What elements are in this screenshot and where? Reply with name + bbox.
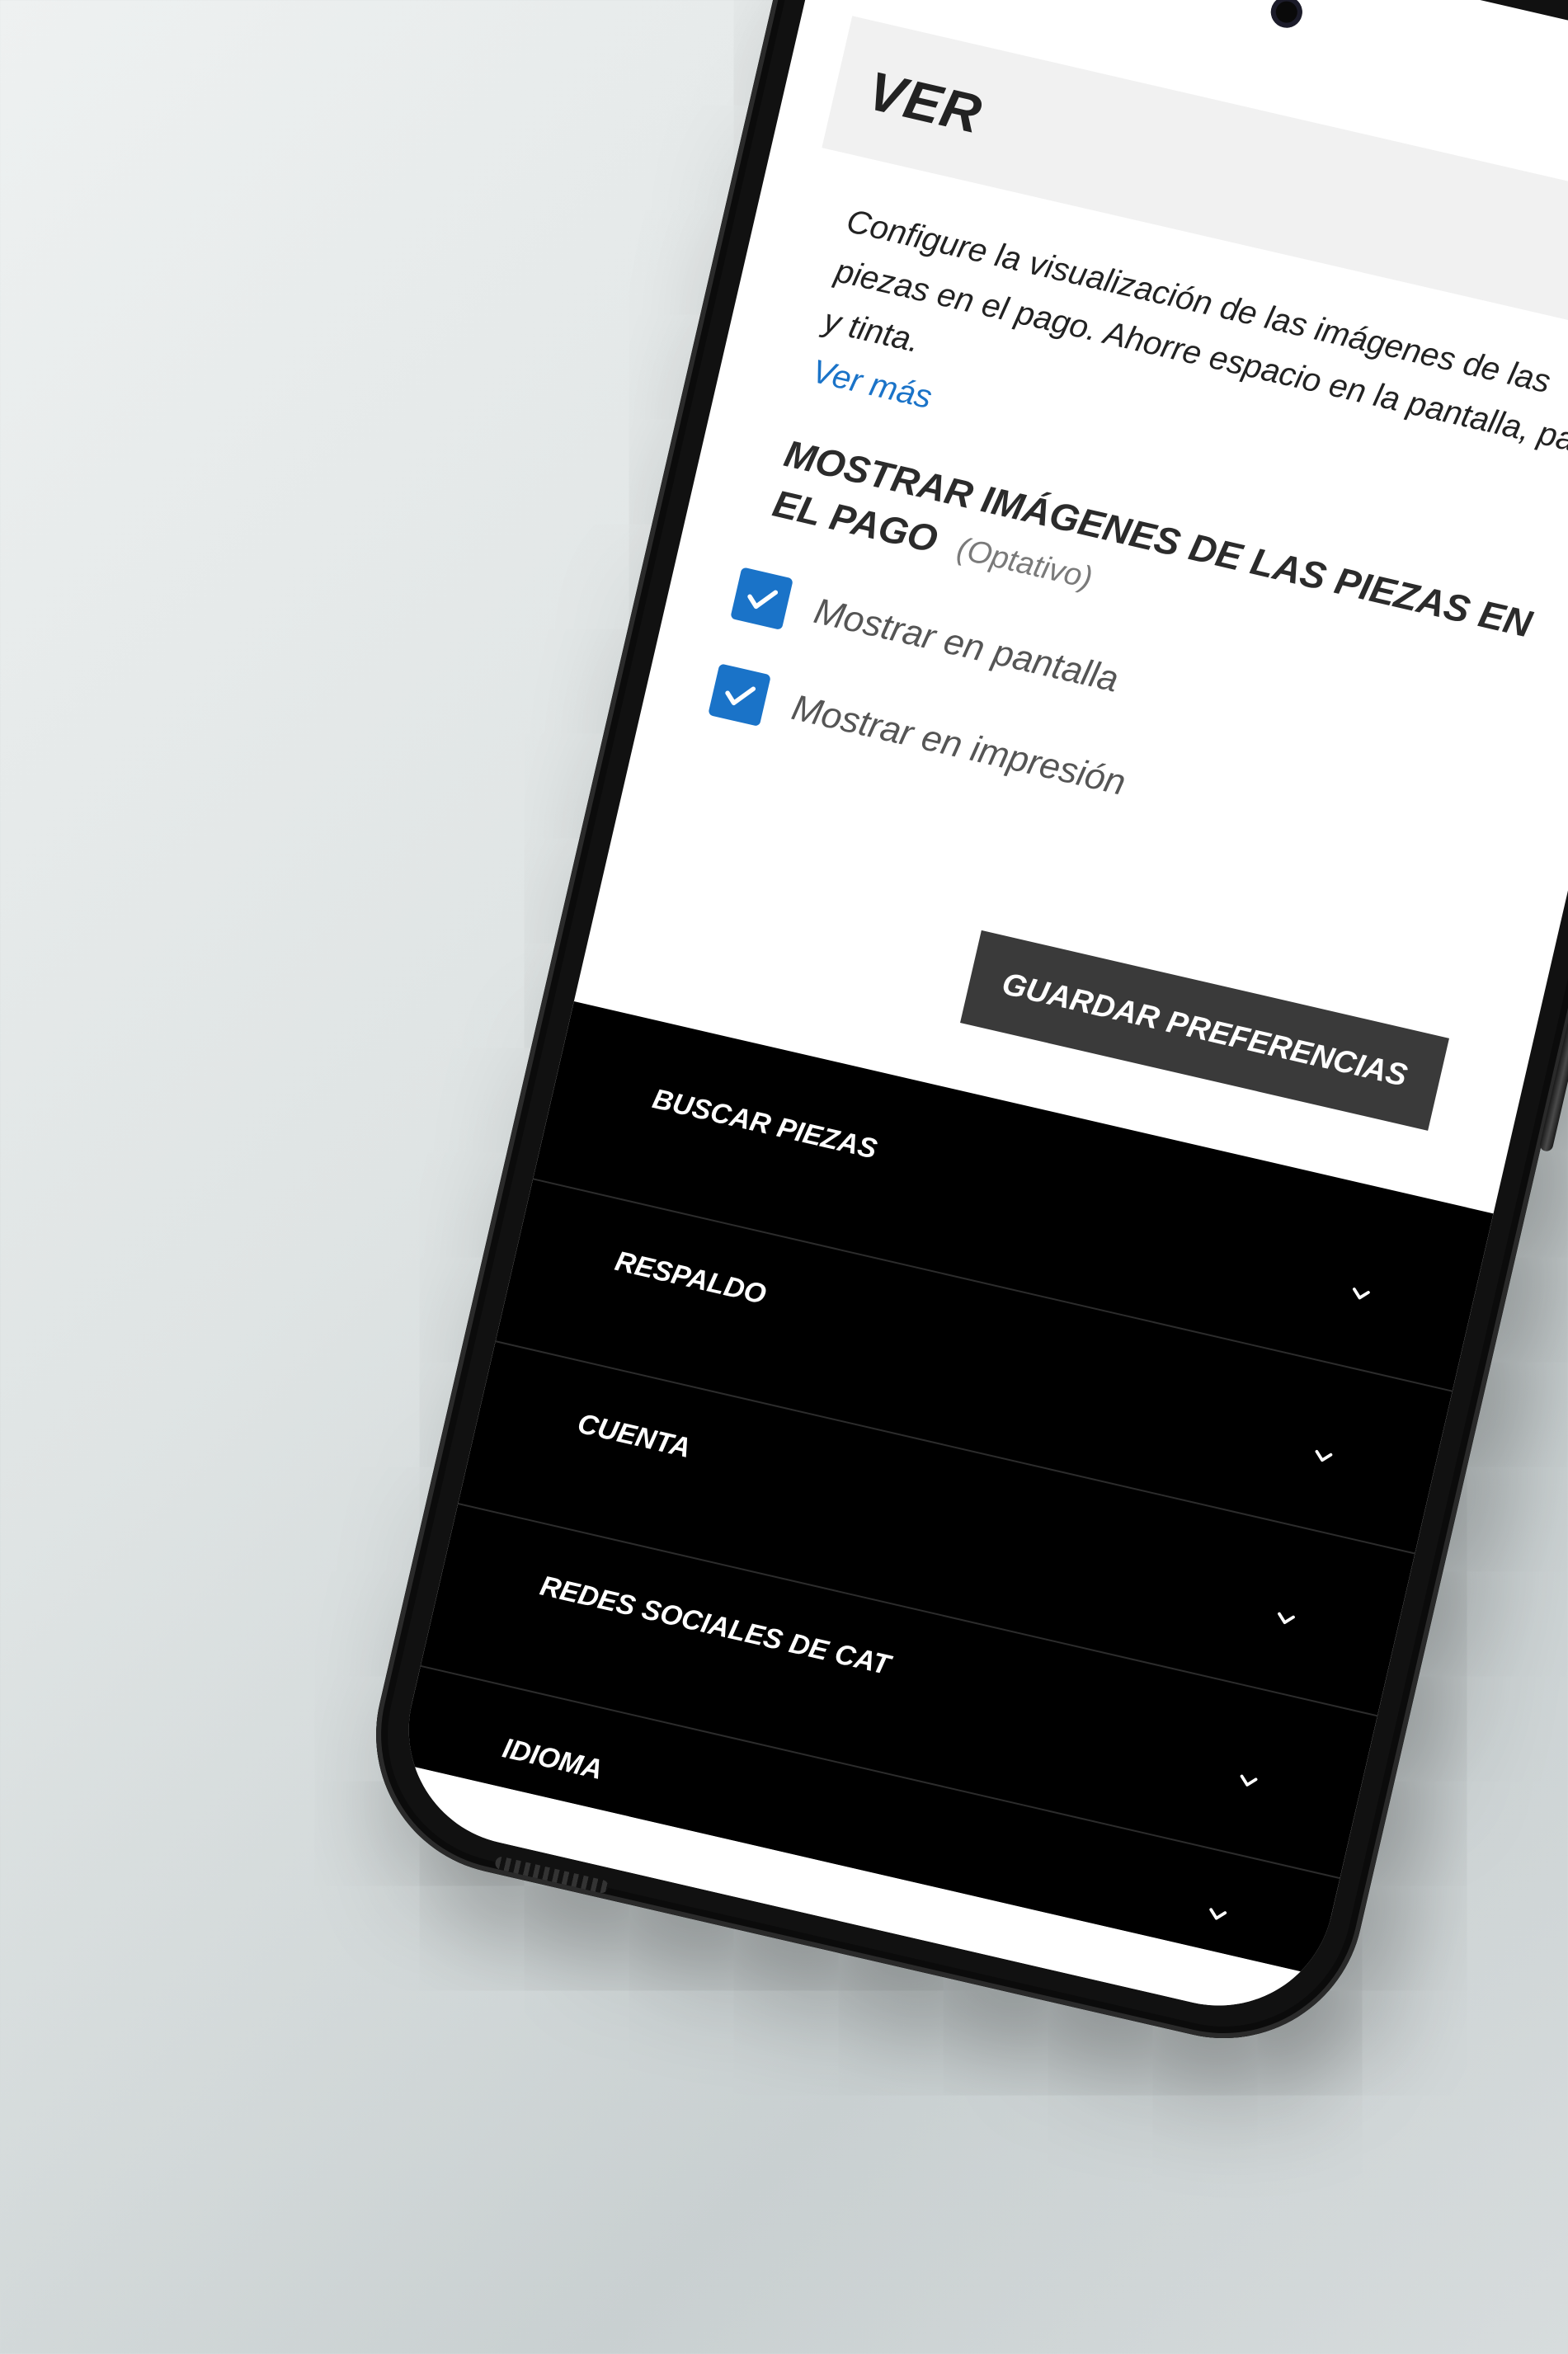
- chevron-down-icon[interactable]: [1271, 1603, 1301, 1633]
- show-on-screen-checkbox[interactable]: [730, 567, 793, 631]
- show-on-print-checkbox[interactable]: [708, 663, 771, 727]
- save-preferences-button[interactable]: GUARDAR PREFERENCIAS: [959, 930, 1449, 1131]
- page-content: VER Configure la visualización de las im…: [385, 5, 1568, 2029]
- check-icon: [725, 686, 756, 706]
- show-on-print-label: Mostrar en impresión: [788, 687, 1130, 803]
- phone-device: VER Configure la visualización de las im…: [348, 0, 1568, 2066]
- footer-item-label: IDIOMA: [499, 1732, 606, 1787]
- check-icon: [747, 590, 779, 610]
- chevron-down-icon[interactable]: [1346, 1279, 1376, 1309]
- footer-item-label: BUSCAR PIEZAS: [649, 1083, 880, 1165]
- footer-item-label: RESPALDO: [612, 1245, 770, 1311]
- front-camera: [1268, 0, 1306, 31]
- chevron-down-icon[interactable]: [1308, 1441, 1338, 1471]
- footer-item-label: CUENTA: [574, 1407, 694, 1465]
- chevron-down-icon[interactable]: [1203, 1900, 1232, 1929]
- chevron-down-icon[interactable]: [1233, 1766, 1263, 1796]
- settings-body: Configure la visualización de las imágen…: [589, 175, 1568, 1149]
- phone-screen: VER Configure la visualización de las im…: [385, 0, 1568, 2029]
- show-on-screen-label: Mostrar en pantalla: [810, 591, 1123, 700]
